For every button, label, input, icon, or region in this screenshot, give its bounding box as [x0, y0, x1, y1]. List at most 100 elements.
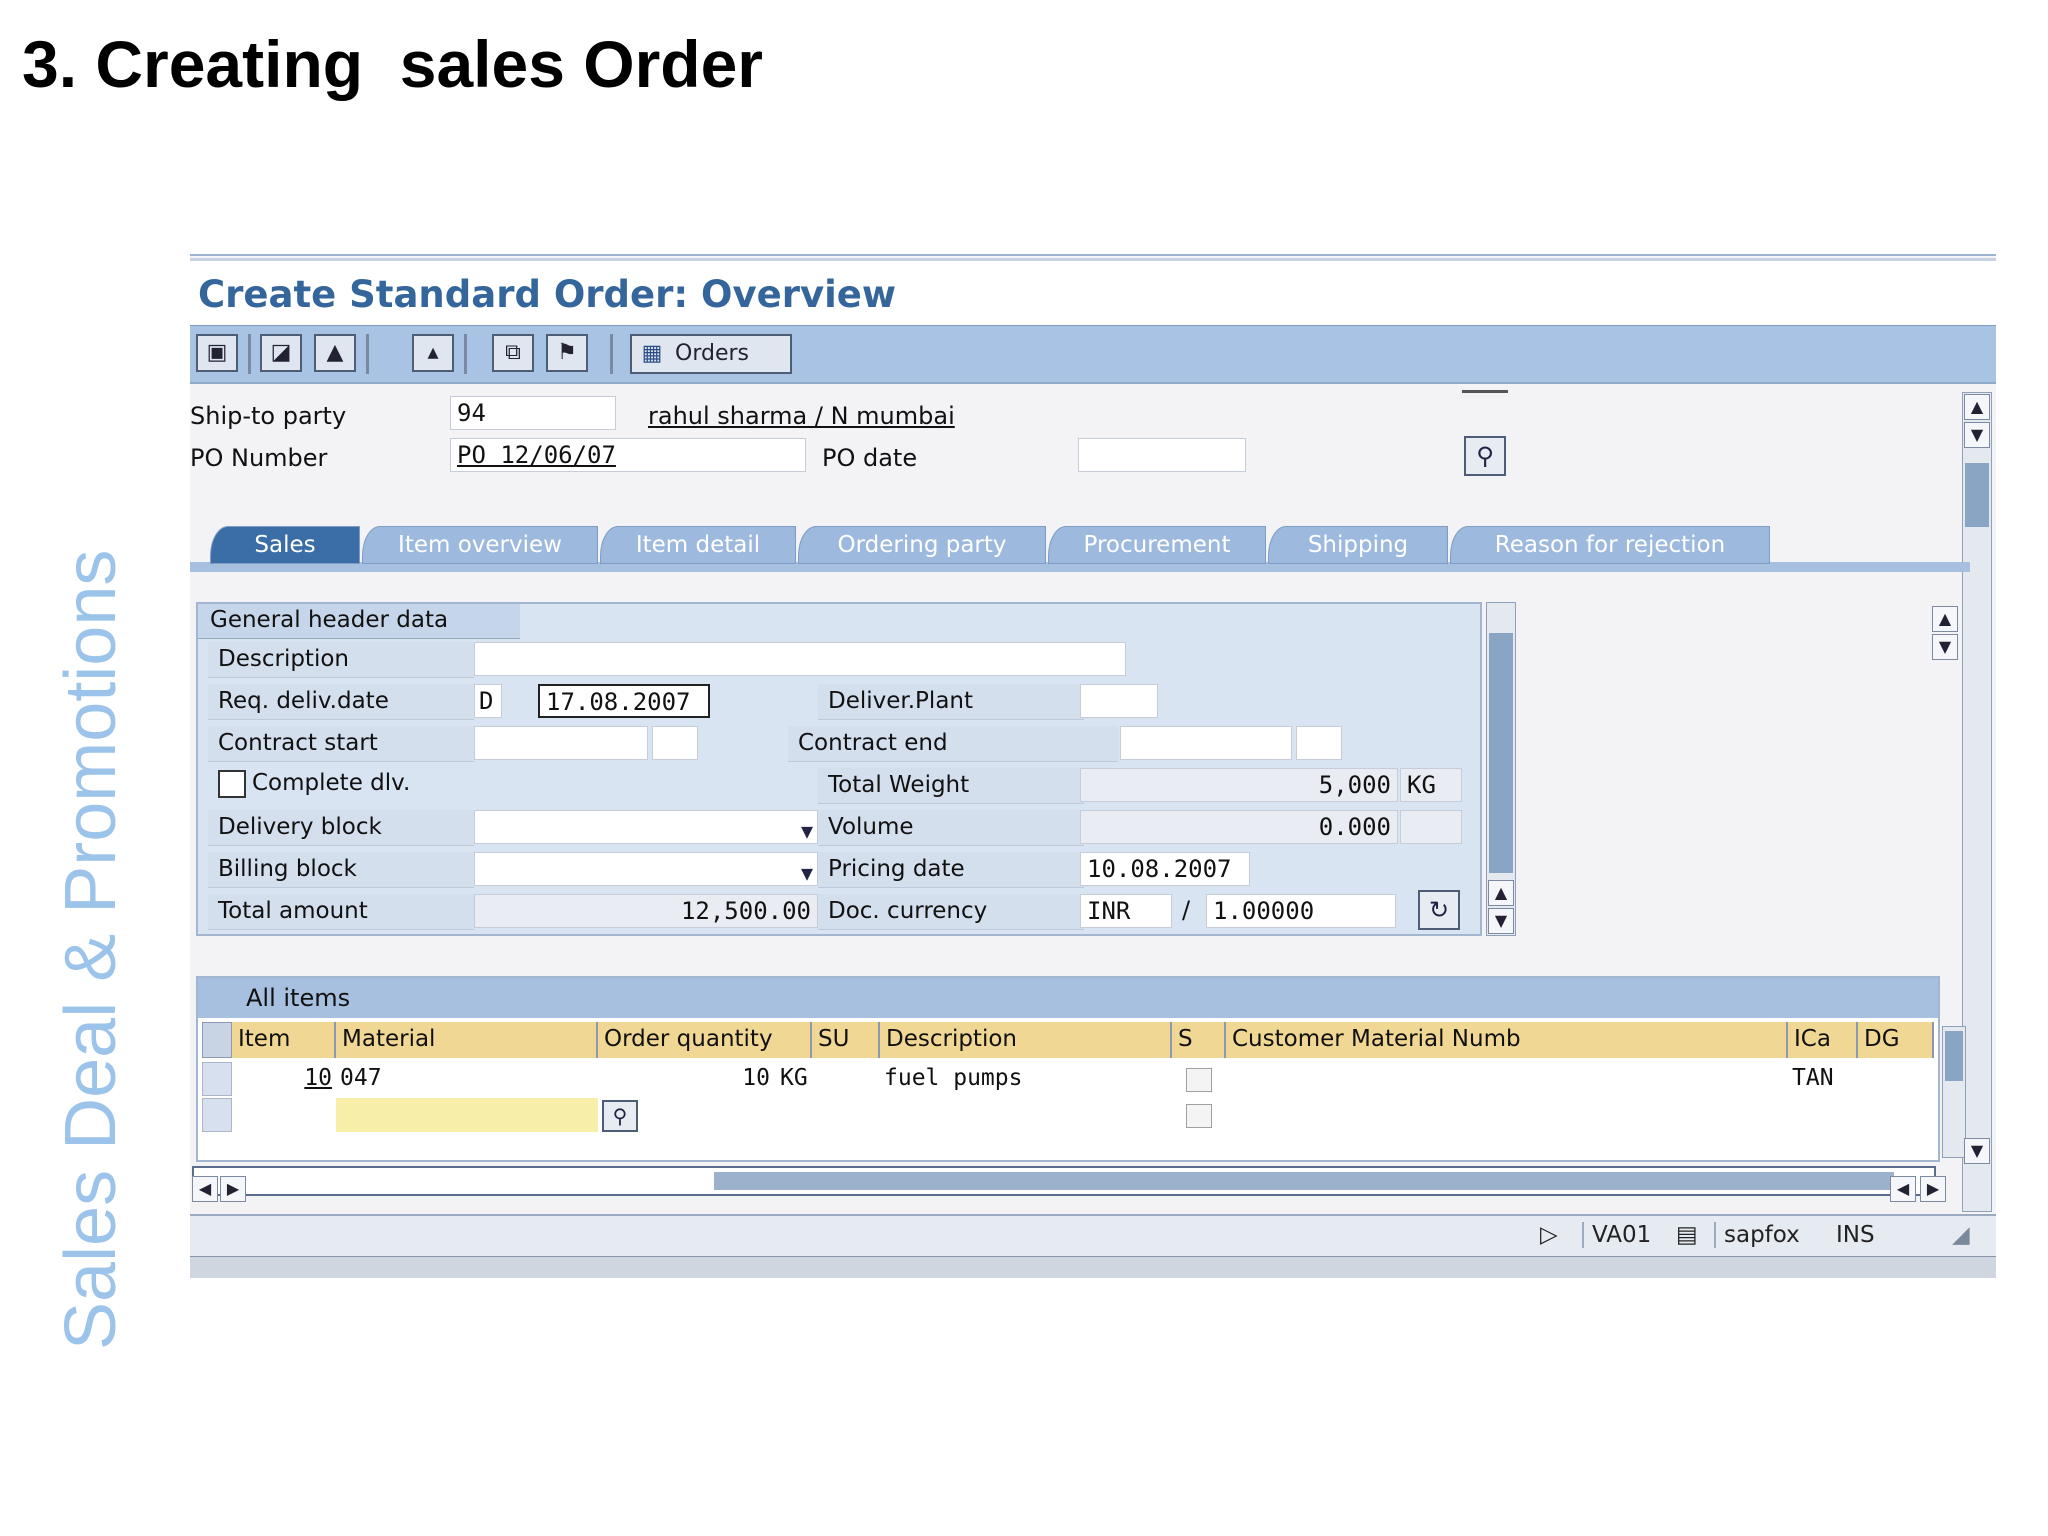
req-deliv-date-label: Req. deliv.date [208, 684, 474, 720]
items-horizontal-scroll-thumb[interactable] [714, 1172, 1894, 1190]
billing-block-label: Billing block [208, 852, 474, 888]
row-selector[interactable] [202, 1098, 232, 1132]
edit-flag-icon[interactable]: ⚑ [546, 334, 588, 372]
row-sales-unit[interactable]: KG [776, 1062, 876, 1096]
screen-vertical-scrollbar[interactable] [1962, 392, 1992, 1212]
tab-sales[interactable]: Sales [210, 526, 360, 564]
orders-button[interactable]: ▦ Orders [630, 334, 792, 374]
req-deliv-date-input[interactable]: 17.08.2007 [538, 684, 710, 718]
toolbar-separator [464, 334, 467, 374]
ship-to-input[interactable]: 94 [450, 396, 616, 430]
row-description[interactable]: fuel pumps [880, 1062, 1172, 1096]
resize-grip-icon[interactable]: ◢ [1952, 1222, 1970, 1248]
tab-ordering-party[interactable]: Ordering party [798, 526, 1046, 564]
description-label: Description [208, 642, 474, 678]
volume-value: 0.000 [1080, 810, 1398, 844]
new-row-material-input[interactable] [336, 1098, 598, 1132]
tab-item-overview[interactable]: Item overview [362, 526, 598, 564]
scroll-down-icon[interactable]: ▼ [1964, 422, 1990, 448]
deliver-plant-input[interactable] [1080, 684, 1158, 718]
contract-start-extra-input[interactable] [652, 726, 698, 760]
column-order-quantity[interactable]: Order quantity [598, 1022, 812, 1058]
status-session-icon[interactable]: ▤ [1676, 1222, 1698, 1248]
req-deliv-date-type-input[interactable]: D [474, 684, 502, 718]
panel-scroll-thumb[interactable] [1489, 633, 1513, 873]
row-item-category[interactable]: TAN [1788, 1062, 1858, 1096]
toolbar-separator [248, 334, 251, 374]
material-search-icon[interactable]: ⚲ [602, 1100, 638, 1132]
column-material[interactable]: Material [336, 1022, 598, 1058]
all-items-title: All items [198, 978, 1938, 1018]
contract-start-input[interactable] [474, 726, 648, 760]
status-expand-icon[interactable]: ▷ [1540, 1222, 1558, 1248]
status-mode: INS [1836, 1222, 1875, 1248]
dropdown-icon[interactable]: ▼ [801, 815, 813, 843]
screen-section-down-icon[interactable]: ▼ [1932, 634, 1958, 660]
row-selector[interactable] [202, 1062, 232, 1096]
header-detail-icon[interactable]: ◪ [260, 334, 302, 372]
row-order-quantity[interactable]: 10 [598, 1062, 774, 1096]
general-header-title: General header data [198, 604, 520, 639]
column-description[interactable]: Description [880, 1022, 1172, 1058]
status-bar: ▷ VA01 ▤ sapfox INS ◢ [190, 1214, 1996, 1256]
exchange-rate-input[interactable]: 1.00000 [1206, 894, 1396, 928]
column-item-category[interactable]: ICa [1788, 1022, 1858, 1058]
business-data-icon[interactable]: ▴ [412, 334, 454, 372]
window-title: Create Standard Order: Overview [198, 273, 897, 316]
items-scroll-thumb[interactable] [1945, 1031, 1963, 1081]
screen-scroll-thumb[interactable] [1965, 463, 1989, 527]
items-page-down-icon[interactable]: ▼ [1964, 1138, 1990, 1164]
currency-refresh-icon[interactable]: ↻ [1418, 890, 1460, 930]
items-vertical-scrollbar[interactable] [1942, 1026, 1966, 1158]
ship-to-name-link[interactable]: rahul sharma / N mumbai [648, 402, 955, 430]
dropdown-icon[interactable]: ▼ [801, 857, 813, 885]
contract-start-label: Contract start [208, 726, 474, 762]
column-customer-material-number[interactable]: Customer Material Numb [1226, 1022, 1788, 1058]
row-status-checkbox[interactable] [1186, 1104, 1212, 1128]
contract-end-extra-input[interactable] [1296, 726, 1342, 760]
scroll-left-icon[interactable]: ◀ [192, 1176, 218, 1202]
orders-button-label: Orders [675, 341, 749, 366]
panel-scroll-up-icon[interactable]: ▲ [1488, 880, 1514, 906]
column-item[interactable]: Item [232, 1022, 336, 1058]
copy-document-icon[interactable]: ⧉ [492, 334, 534, 372]
column-dg[interactable]: DG [1858, 1022, 1934, 1058]
delivery-block-select[interactable]: ▼ [474, 810, 818, 844]
display-document-icon[interactable]: ▣ [196, 334, 238, 372]
pricing-date-input[interactable]: 10.08.2007 [1080, 852, 1250, 886]
row-status-checkbox[interactable] [1186, 1068, 1212, 1092]
billing-block-select[interactable]: ▼ [474, 852, 818, 886]
screen-section-up-icon[interactable]: ▲ [1932, 606, 1958, 632]
partner-search-icon[interactable]: ⚲ [1464, 436, 1506, 476]
doc-currency-input[interactable]: INR [1080, 894, 1172, 928]
scroll-right-icon[interactable]: ▶ [220, 1176, 246, 1202]
description-input[interactable] [474, 642, 1126, 676]
row-material[interactable]: 047 [336, 1062, 598, 1096]
items-horizontal-scrollbar[interactable] [192, 1166, 1936, 1196]
complete-delivery-checkbox[interactable] [218, 770, 246, 798]
doc-currency-label: Doc. currency [818, 894, 1084, 930]
scroll-left-end-icon[interactable]: ◀ [1890, 1176, 1916, 1202]
po-number-input[interactable]: PO 12/06/07 [450, 438, 806, 472]
header-divider [1462, 390, 1508, 393]
complete-delivery-label: Complete dlv. [252, 770, 411, 796]
total-weight-unit: KG [1400, 768, 1462, 802]
status-server: sapfox [1714, 1222, 1800, 1248]
column-s[interactable]: S [1172, 1022, 1226, 1058]
contract-end-label: Contract end [788, 726, 1118, 762]
tab-procurement[interactable]: Procurement [1048, 526, 1266, 564]
contract-end-input[interactable] [1120, 726, 1292, 760]
tab-shipping[interactable]: Shipping [1268, 526, 1448, 564]
tab-item-detail[interactable]: Item detail [600, 526, 796, 564]
tab-reason-for-rejection[interactable]: Reason for rejection [1450, 526, 1770, 564]
panel-scroll-down-icon[interactable]: ▼ [1488, 908, 1514, 934]
scroll-right-end-icon[interactable]: ▶ [1920, 1176, 1946, 1202]
select-all-cell[interactable] [202, 1022, 232, 1058]
row-item-number[interactable]: 10 [232, 1062, 336, 1096]
item-detail-icon[interactable]: ▲ [314, 334, 356, 372]
column-su[interactable]: SU [812, 1022, 880, 1058]
po-date-input[interactable] [1078, 438, 1246, 472]
scroll-up-icon[interactable]: ▲ [1964, 394, 1990, 420]
general-header-panel: General header data Description Req. del… [196, 602, 1482, 936]
deliver-plant-label: Deliver.Plant [818, 684, 1084, 720]
